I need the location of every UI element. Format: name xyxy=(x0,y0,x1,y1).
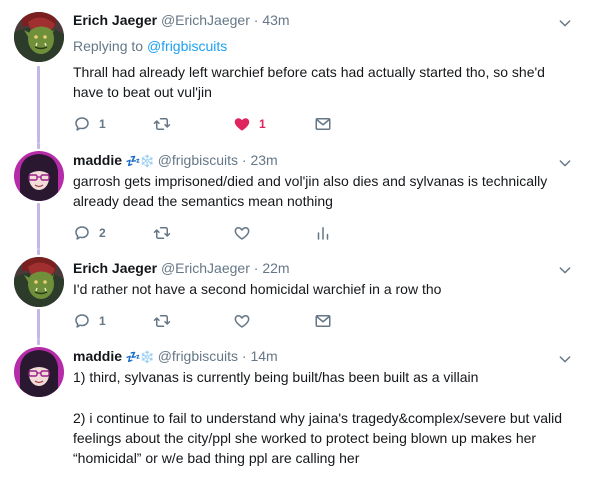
separator-dot: · xyxy=(253,260,259,276)
tweet-header: maddie 💤❄️ @frigbiscuits · 23m xyxy=(73,152,278,168)
separator-dot: · xyxy=(253,12,259,28)
reply-icon xyxy=(73,224,91,242)
replying-to: Replying to @frigbiscuits xyxy=(73,38,227,54)
retweet-button[interactable] xyxy=(153,114,171,134)
display-name[interactable]: Erich Jaeger xyxy=(73,260,157,276)
thread-line xyxy=(37,249,40,255)
user-handle[interactable]: @ErichJaeger xyxy=(161,12,250,28)
reply-count: 2 xyxy=(99,226,106,240)
avatar[interactable] xyxy=(14,151,64,201)
retweet-icon xyxy=(153,224,171,242)
heart-icon xyxy=(233,224,251,242)
tweet-text: garrosh gets imprisoned/died and vol'jin… xyxy=(73,173,548,209)
user-handle[interactable]: @frigbiscuits xyxy=(158,348,238,364)
avatar-image xyxy=(14,257,64,307)
reply-button[interactable]: 2 xyxy=(73,223,106,243)
reply-icon xyxy=(73,115,91,133)
like-count: 1 xyxy=(259,117,266,131)
like-button[interactable]: 1 xyxy=(233,114,266,134)
display-name[interactable]: maddie xyxy=(73,152,122,168)
avatar[interactable] xyxy=(14,347,64,397)
display-name[interactable]: maddie xyxy=(73,348,122,364)
retweet-icon xyxy=(153,115,171,133)
replying-to-link[interactable]: @frigbiscuits xyxy=(147,38,227,54)
retweet-icon xyxy=(153,312,171,330)
tweet-3[interactable]: Erich Jaeger @ErichJaeger · 22m I'd rath… xyxy=(0,249,597,339)
separator-dot: · xyxy=(241,348,247,364)
tweet-header: maddie 💤❄️ @frigbiscuits · 14m xyxy=(73,348,278,364)
avatar[interactable] xyxy=(14,12,64,62)
tweet-text: Thrall had already left warchief before … xyxy=(73,64,545,100)
heart-filled-icon xyxy=(233,115,251,133)
timestamp[interactable]: 14m xyxy=(250,348,277,364)
like-button[interactable] xyxy=(233,223,251,243)
user-handle[interactable]: @ErichJaeger xyxy=(161,260,250,276)
thread-line xyxy=(37,66,40,143)
analytics-button[interactable] xyxy=(314,223,332,243)
direct-message-button[interactable] xyxy=(314,311,332,331)
thread-line xyxy=(37,203,40,249)
chevron-down-icon[interactable] xyxy=(557,351,573,367)
avatar-image xyxy=(14,151,64,201)
separator-dot: · xyxy=(241,152,247,168)
mail-icon xyxy=(314,312,332,330)
heart-icon xyxy=(233,312,251,330)
reply-button[interactable]: 1 xyxy=(73,311,106,331)
tweet-text: I'd rather not have a second homicidal w… xyxy=(73,281,442,297)
chevron-down-icon[interactable] xyxy=(557,15,573,31)
reply-button[interactable]: 1 xyxy=(73,114,106,134)
tweet-text-paragraph-2: 2) i continue to fail to understand why … xyxy=(73,410,563,466)
reply-count: 1 xyxy=(99,117,106,131)
mail-icon xyxy=(314,115,332,133)
reply-count: 1 xyxy=(99,314,106,328)
name-emoji: 💤❄️ xyxy=(125,154,155,168)
name-emoji: 💤❄️ xyxy=(125,350,155,364)
retweet-button[interactable] xyxy=(153,223,171,243)
avatar-image xyxy=(14,12,64,62)
user-handle[interactable]: @frigbiscuits xyxy=(158,152,238,168)
tweet-header: Erich Jaeger @ErichJaeger · 43m xyxy=(73,12,290,28)
avatar-image xyxy=(14,347,64,397)
display-name[interactable]: Erich Jaeger xyxy=(73,12,157,28)
like-button[interactable] xyxy=(233,311,251,331)
timestamp[interactable]: 43m xyxy=(262,12,289,28)
chevron-down-icon[interactable] xyxy=(557,155,573,171)
retweet-button[interactable] xyxy=(153,311,171,331)
reply-icon xyxy=(73,312,91,330)
tweet-2[interactable]: maddie 💤❄️ @frigbiscuits · 23m garrosh g… xyxy=(0,143,597,249)
chevron-down-icon[interactable] xyxy=(557,262,573,278)
thread-line xyxy=(37,309,40,339)
timestamp[interactable]: 23m xyxy=(250,152,277,168)
tweet-1[interactable]: Erich Jaeger @ErichJaeger · 43m Replying… xyxy=(0,0,597,143)
tweet-header: Erich Jaeger @ErichJaeger · 22m xyxy=(73,260,290,276)
analytics-icon xyxy=(314,224,332,242)
tweet-4[interactable]: maddie 💤❄️ @frigbiscuits · 14m 1) third,… xyxy=(0,339,597,479)
tweet-text-paragraph-1: 1) third, sylvanas is currently being bu… xyxy=(73,369,479,385)
thread-line xyxy=(37,339,40,345)
direct-message-button[interactable] xyxy=(314,114,332,134)
thread-line xyxy=(37,143,40,149)
replying-to-label: Replying to xyxy=(73,38,144,54)
timestamp[interactable]: 22m xyxy=(262,260,289,276)
avatar[interactable] xyxy=(14,257,64,307)
